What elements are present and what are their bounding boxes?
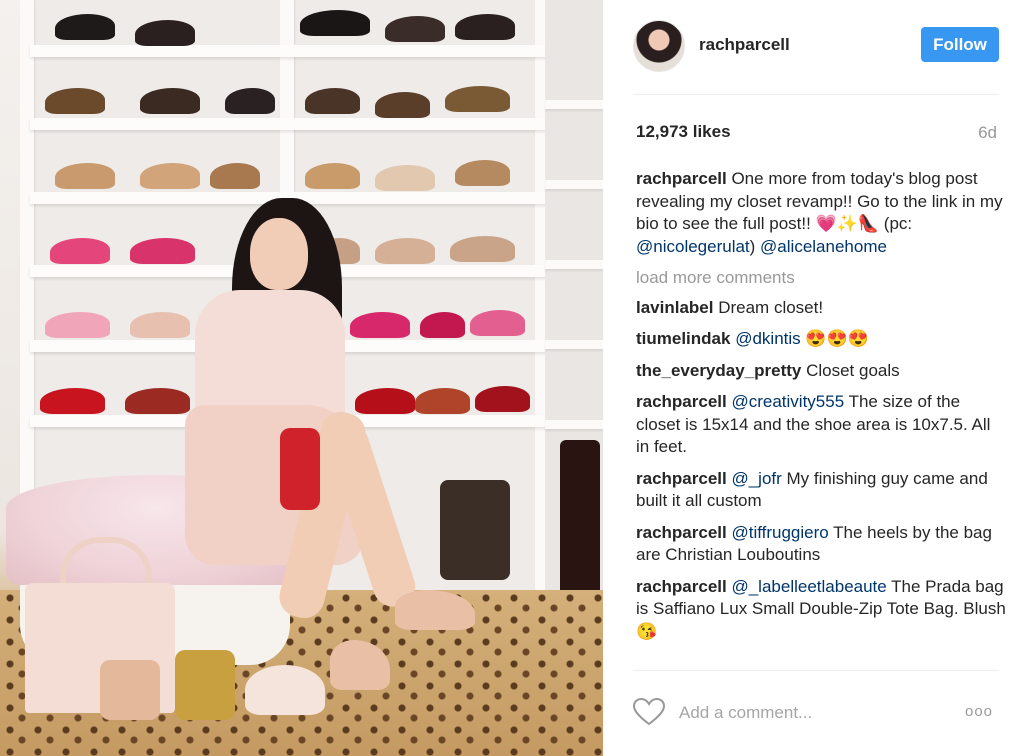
shoe [385,16,445,42]
shoe [125,388,190,414]
boots [560,440,600,600]
load-more-comments-link[interactable]: load more comments [636,267,1008,290]
shoe [475,386,530,412]
closet-shelf [545,340,603,349]
closet-shelf [30,118,550,130]
comment-mention[interactable]: @_labelleetlabeaute [731,577,886,596]
sandal [100,660,160,720]
comment: tiumelindak @dkintis 😍😍😍 [636,328,1008,351]
shoe [300,10,370,36]
shoe [415,388,470,414]
shoe [45,88,105,114]
gold-sandal [175,650,235,720]
comment-mention[interactable]: @alicelanehome [760,237,887,256]
comment-author[interactable]: tiumelindak [636,329,730,348]
shoe [130,312,190,338]
shoe [450,236,515,262]
comment-author[interactable]: rachparcell [636,469,727,488]
post-footer: Add a comment... ooo [603,670,1024,756]
shoe [55,14,115,40]
shoe [470,310,525,336]
comment-author[interactable]: rachparcell [636,392,727,411]
red-sole-shoe [280,428,320,510]
header-divider [633,94,999,95]
closet-shelf [545,420,603,429]
comment: rachparcell @tiffruggiero The heels by t… [636,522,1008,567]
comment-author[interactable]: rachparcell [636,577,727,596]
heart-icon[interactable] [633,698,665,726]
comment-text: ) [749,236,761,256]
closet-shelf [545,180,603,189]
shoe [50,238,110,264]
comment-author[interactable]: rachparcell [636,169,727,188]
comment-text: Closet goals [801,360,900,380]
shoe [445,86,510,112]
shoe [40,388,105,414]
post-header: rachparcell Follow [603,0,1024,94]
shoe [375,165,435,191]
comment-mention[interactable]: @nicolegerulat [636,237,750,256]
shoe [420,312,465,338]
caption: rachparcell One more from today's blog p… [636,168,1008,258]
comment-mention[interactable]: @tiffruggiero [731,523,828,542]
comments-list[interactable]: rachparcell One more from today's blog p… [636,168,1008,670]
shoe [140,88,200,114]
shoe [375,92,430,118]
shoe [135,20,195,46]
shoe [375,238,435,264]
comment: the_everyday_pretty Closet goals [636,360,1008,383]
shoe [455,14,515,40]
shoe [130,238,195,264]
shoe [305,88,360,114]
shoe [355,388,415,414]
comment-author[interactable]: the_everyday_pretty [636,361,801,380]
post-age[interactable]: 6d [978,123,997,143]
more-options-icon[interactable]: ooo [965,703,993,720]
shoe [140,163,200,189]
shoe [45,312,110,338]
follow-button[interactable]: Follow [921,27,999,62]
add-comment-input[interactable]: Add a comment... [679,703,812,723]
comment-author[interactable]: rachparcell [636,523,727,542]
shoe [305,163,360,189]
comment-author[interactable]: lavinlabel [636,298,713,317]
shoe [55,163,115,189]
white-pump [245,665,325,715]
comment-mention[interactable]: @creativity555 [731,392,844,411]
closet-shelf [545,260,603,269]
comment-mention[interactable]: @_jofr [731,469,781,488]
comment: rachparcell @creativity555 The size of t… [636,391,1008,459]
closet-shelf [30,45,550,57]
closet-shelf [545,100,603,109]
comment: rachparcell @_labelleetlabeaute The Prad… [636,576,1008,644]
comment-text: Dream closet! [713,297,824,317]
comment-text: 😍😍😍 [800,329,869,348]
comment: rachparcell @_jofr My finishing guy came… [636,468,1008,513]
username[interactable]: rachparcell [699,35,790,55]
shoe [455,160,510,186]
post-photo[interactable] [0,0,603,756]
boots [440,480,510,580]
post-sidebar: rachparcell Follow 12,973 likes 6d rachp… [603,0,1024,756]
instagram-post: rachparcell Follow 12,973 likes 6d rachp… [0,0,1024,756]
shoe [210,163,260,189]
comment: lavinlabel Dream closet! [636,297,1008,320]
woman-face [250,218,308,290]
shoe [225,88,275,114]
likes-count[interactable]: 12,973 likes [636,122,731,142]
avatar[interactable] [633,20,685,72]
comment-mention[interactable]: @dkintis [735,329,800,348]
shoe [350,312,410,338]
